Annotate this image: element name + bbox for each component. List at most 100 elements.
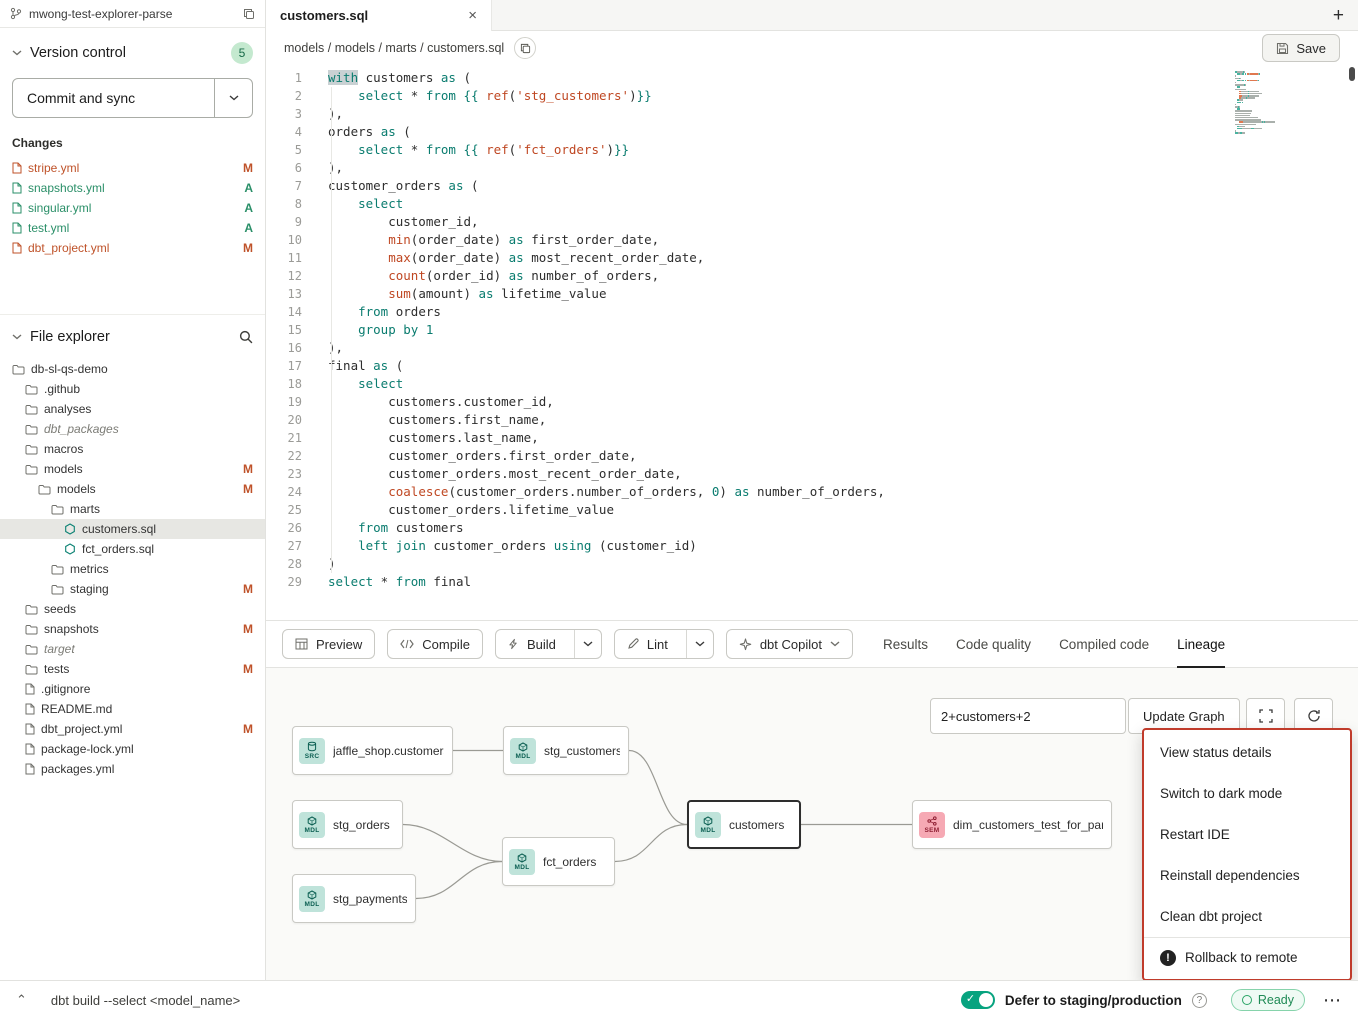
defer-label: Defer to staging/production (1005, 993, 1182, 1008)
menu-item-view-status-details[interactable]: View status details (1144, 732, 1350, 773)
mdl-badge-icon: MDL (299, 812, 325, 838)
lineage-node-stg_payments[interactable]: MDLstg_payments (292, 874, 416, 923)
close-tab-icon[interactable]: × (468, 7, 477, 24)
tab-customers-sql[interactable]: customers.sql × (266, 0, 492, 31)
folder-icon (51, 584, 64, 595)
lineage-node-customers[interactable]: MDLcustomers (687, 800, 801, 849)
tree-item-label: tests (44, 662, 69, 676)
lineage-node-stg_customers[interactable]: MDLstg_customers (503, 726, 629, 775)
change-file-name: test.yml (28, 221, 69, 235)
defer-toggle[interactable]: ✓ (961, 991, 995, 1009)
copy-path-icon[interactable] (514, 37, 536, 59)
minimap[interactable] (1235, 71, 1291, 134)
sidebar: mwong-test-explorer-parse Version contro… (0, 0, 266, 980)
new-tab-button[interactable]: + (1333, 6, 1344, 25)
tab-results[interactable]: Results (883, 620, 928, 668)
version-control-header[interactable]: Version control 5 (0, 28, 265, 74)
dbt-copilot-button[interactable]: dbt Copilot (726, 629, 853, 659)
line-number: 18 (266, 375, 302, 393)
tree-file-customers.sql[interactable]: customers.sql (0, 519, 265, 539)
tree-folder-target[interactable]: target (0, 639, 265, 659)
commit-and-sync-label: Commit and sync (13, 79, 214, 117)
modified-badge: M (243, 722, 253, 736)
menu-item-restart-ide[interactable]: Restart IDE (1144, 814, 1350, 855)
tree-folder-marts[interactable]: marts (0, 499, 265, 519)
tab-compiled-code[interactable]: Compiled code (1059, 620, 1149, 668)
tree-folder-analyses[interactable]: analyses (0, 399, 265, 419)
copilot-chevron-icon (830, 641, 840, 647)
help-icon[interactable]: ? (1192, 993, 1207, 1008)
build-icon (508, 638, 519, 650)
change-item[interactable]: singular.ymlA (0, 198, 265, 218)
tree-folder-tests[interactable]: testsM (0, 659, 265, 679)
tree-folder-macros[interactable]: macros (0, 439, 265, 459)
change-item[interactable]: stripe.ymlM (0, 158, 265, 178)
mdl-badge-icon: MDL (510, 738, 536, 764)
change-item[interactable]: test.ymlA (0, 218, 265, 238)
tab-code-quality[interactable]: Code quality (956, 620, 1031, 668)
node-label: fct_orders (543, 855, 596, 869)
build-button[interactable]: Build (495, 629, 602, 659)
commit-options-chevron[interactable] (214, 79, 252, 117)
compile-button[interactable]: Compile (387, 629, 483, 659)
tab-lineage[interactable]: Lineage (1177, 620, 1225, 668)
tree-file-.gitignore[interactable]: .gitignore (0, 679, 265, 699)
tree-folder-metrics[interactable]: metrics (0, 559, 265, 579)
save-button[interactable]: Save (1262, 34, 1340, 62)
tree-folder-staging[interactable]: stagingM (0, 579, 265, 599)
line-number: 10 (266, 231, 302, 249)
lineage-node-fct_orders[interactable]: MDLfct_orders (502, 837, 615, 886)
alert-icon: ! (1160, 950, 1176, 966)
line-number: 17 (266, 357, 302, 375)
lint-button[interactable]: Lint (614, 629, 714, 659)
build-options-chevron[interactable] (574, 630, 601, 658)
result-tabs: Results Code quality Compiled code Lineage (883, 620, 1225, 668)
code-line: 18 select (266, 375, 1358, 393)
folder-icon (25, 464, 38, 475)
tree-item-label: staging (70, 582, 109, 596)
commit-and-sync-button[interactable]: Commit and sync (12, 78, 253, 118)
line-number: 14 (266, 303, 302, 321)
node-label: stg_orders (333, 818, 390, 832)
menu-item-label: Switch to dark mode (1160, 786, 1282, 801)
folder-icon (38, 484, 51, 495)
tree-file-fct_orders.sql[interactable]: fct_orders.sql (0, 539, 265, 559)
menu-item-switch-to-dark-mode[interactable]: Switch to dark mode (1144, 773, 1350, 814)
menu-item-rollback-to-remote[interactable]: !Rollback to remote (1144, 937, 1350, 977)
lineage-node-stg_orders[interactable]: MDL stg_orders (292, 800, 403, 849)
more-options-button[interactable]: ⋯ (1323, 990, 1342, 1011)
ready-dot-icon (1242, 995, 1252, 1005)
lineage-node-jaffle[interactable]: SRCjaffle_shop.customers (292, 726, 453, 775)
line-number: 13 (266, 285, 302, 303)
tree-folder-seeds[interactable]: seeds (0, 599, 265, 619)
copy-branch-icon[interactable] (243, 8, 255, 20)
change-item[interactable]: snapshots.ymlA (0, 178, 265, 198)
menu-item-clean-dbt-project[interactable]: Clean dbt project (1144, 896, 1350, 937)
code-line: 2 select * from {{ ref('stg_customers')}… (266, 87, 1358, 105)
search-icon[interactable] (239, 330, 253, 344)
change-status: M (243, 161, 253, 175)
preview-button[interactable]: Preview (282, 629, 375, 659)
tree-folder-models[interactable]: modelsM (0, 459, 265, 479)
save-icon (1276, 42, 1289, 55)
menu-item-reinstall-dependencies[interactable]: Reinstall dependencies (1144, 855, 1350, 896)
tree-folder-.github[interactable]: .github (0, 379, 265, 399)
tree-folder-db-sl-qs-demo[interactable]: db-sl-qs-demo (0, 359, 265, 379)
change-item[interactable]: dbt_project.ymlM (0, 238, 265, 258)
file-explorer-header[interactable]: File explorer (0, 314, 265, 355)
tree-file-package-lock.yml[interactable]: package-lock.yml (0, 739, 265, 759)
tree-file-packages.yml[interactable]: packages.yml (0, 759, 265, 779)
lint-options-chevron[interactable] (686, 630, 713, 658)
tree-folder-dbt_packages[interactable]: dbt_packages (0, 419, 265, 439)
tree-folder-snapshots[interactable]: snapshotsM (0, 619, 265, 639)
scrollbar-thumb[interactable] (1349, 67, 1355, 81)
tree-folder-models[interactable]: modelsM (0, 479, 265, 499)
lineage-node-dim[interactable]: SEMdim_customers_test_for_parse (912, 800, 1112, 849)
lineage-search-input[interactable] (930, 698, 1126, 734)
tree-file-README.md[interactable]: README.md (0, 699, 265, 719)
line-number: 11 (266, 249, 302, 267)
tree-file-dbt_project.yml[interactable]: dbt_project.ymlM (0, 719, 265, 739)
folder-icon (12, 364, 25, 375)
expand-panel-icon[interactable]: ⌃ (16, 992, 27, 1008)
code-editor[interactable]: 1with customers as (2 select * from {{ r… (266, 65, 1358, 620)
